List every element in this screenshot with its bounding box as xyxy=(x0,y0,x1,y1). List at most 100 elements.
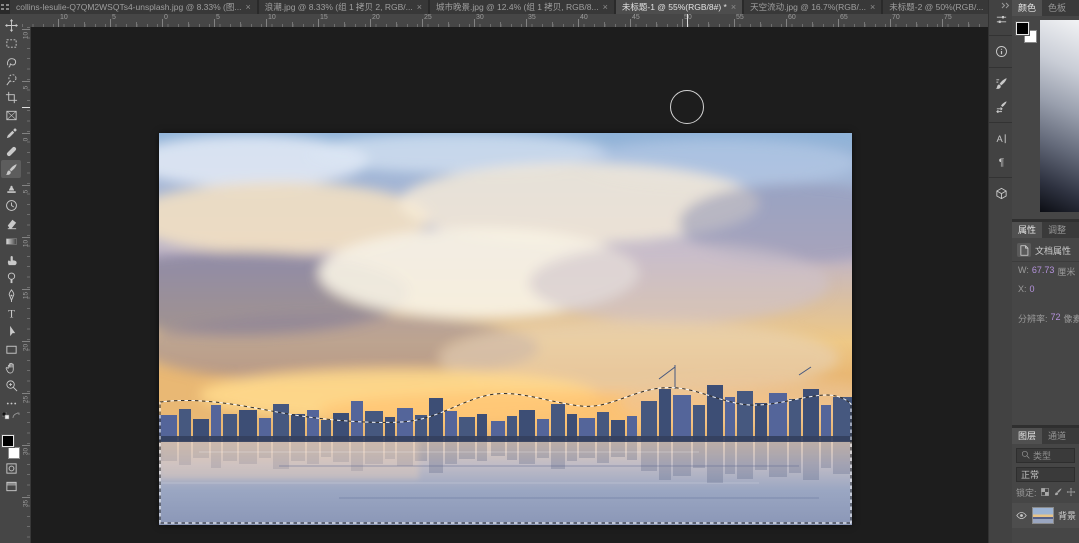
tab-properties[interactable]: 属性 xyxy=(1012,222,1042,238)
layer-filter-label: 类型 xyxy=(1033,449,1051,462)
property-field[interactable]: X:0 xyxy=(1012,281,1079,297)
edit-toolbar-button[interactable] xyxy=(1,394,21,412)
hand-tool[interactable] xyxy=(1,358,21,376)
ruler-label: 5 xyxy=(23,82,30,94)
ruler-label: 15 xyxy=(23,290,30,302)
rectangular-marquee-tool[interactable] xyxy=(1,34,21,52)
tab-adjustments[interactable]: 调整 xyxy=(1042,222,1072,238)
brush-settings-panel-icon[interactable] xyxy=(989,67,1013,95)
lock-paint-icon[interactable] xyxy=(1053,487,1063,499)
ruler-label: 25 xyxy=(23,394,30,406)
properties-panel: 属性 调整 文档属性 W:67.73厘米X:0 分辨率:72像素/英寸 xyxy=(1012,222,1079,425)
ruler-label: 0 xyxy=(164,14,168,21)
ruler-tick xyxy=(734,19,735,27)
tab-layers[interactable]: 图层 xyxy=(1012,428,1042,444)
spot-healing-brush-tool[interactable] xyxy=(1,142,21,160)
color-spectrum[interactable] xyxy=(1040,20,1079,212)
ruler-tick xyxy=(58,19,59,27)
tab-label: 未标题-1 @ 55%(RGB/8#) * xyxy=(622,1,727,13)
layer-row[interactable]: 背景 xyxy=(1012,503,1079,528)
ruler-tick xyxy=(942,19,943,27)
background-color-swatch[interactable] xyxy=(8,447,20,459)
layer-thumbnail[interactable] xyxy=(1032,507,1054,524)
smudge-tool[interactable] xyxy=(1,250,21,268)
ruler-label: 75 xyxy=(944,14,952,21)
tab-close-icon[interactable]: × xyxy=(245,3,250,12)
blend-mode-select[interactable]: 正常 xyxy=(1016,467,1075,482)
history-brush-tool[interactable] xyxy=(1,196,21,214)
document-tab[interactable]: collins-lesulie-Q7QM2WSQTs4-unsplash.jpg… xyxy=(10,0,257,14)
swap-colors-icon[interactable] xyxy=(12,412,20,422)
tab-label: 浪潮.jpg @ 8.33% (组 1 拷贝 2, RGB/... xyxy=(265,1,413,13)
document-tab[interactable]: 未标题-1 @ 55%(RGB/8#) * × xyxy=(616,0,742,14)
pen-tool[interactable] xyxy=(1,286,21,304)
eraser-tool[interactable] xyxy=(1,214,21,232)
layer-visibility-eye-icon[interactable] xyxy=(1015,509,1028,523)
frame-tool[interactable] xyxy=(1,106,21,124)
character-panel-icon[interactable]: A xyxy=(989,122,1013,150)
tools-panel: T xyxy=(0,14,23,543)
document-tab[interactable]: 浪潮.jpg @ 8.33% (组 1 拷贝 2, RGB/... × xyxy=(259,0,428,14)
ruler-label: 30 xyxy=(23,446,30,458)
property-field[interactable]: 分辨率:72像素/英寸 xyxy=(1012,309,1079,328)
path-selection-tool[interactable] xyxy=(1,322,21,340)
tab-close-icon[interactable]: × xyxy=(417,3,422,12)
default-colors-icon[interactable] xyxy=(2,412,10,422)
lock-move-icon[interactable] xyxy=(1066,487,1076,499)
vertical-ruler[interactable]: 10505101520253035 xyxy=(22,27,31,543)
eyedropper-tool[interactable] xyxy=(1,124,21,142)
horizontal-ruler[interactable]: 105051015202530354045505560657075 xyxy=(22,14,988,28)
info-panel-icon[interactable] xyxy=(989,35,1013,63)
color-panel-foreground-swatch[interactable] xyxy=(1016,22,1029,35)
ruler-label: 20 xyxy=(23,342,30,354)
document-properties-header: 文档属性 xyxy=(1012,238,1079,262)
foreground-color-swatch[interactable] xyxy=(2,435,14,447)
ruler-label: 20 xyxy=(372,14,380,21)
document-tab-bar: collins-lesulie-Q7QM2WSQTs4-unsplash.jpg… xyxy=(0,0,988,14)
rectangle-tool[interactable] xyxy=(1,340,21,358)
dodge-tool[interactable] xyxy=(1,268,21,286)
document-image[interactable] xyxy=(159,133,852,525)
lock-transparent-icon[interactable] xyxy=(1040,487,1050,499)
move-tool[interactable] xyxy=(1,16,21,34)
ruler-label: 0 xyxy=(23,134,30,146)
panel-dock: 颜色 色板 属性 调整 文档属性 W:67.73厘米X:0 分辨率:72像素/英寸 xyxy=(1012,0,1079,543)
field-value: 72 xyxy=(1051,312,1061,325)
paragraph-panel-icon[interactable]: ¶ xyxy=(989,150,1013,173)
brush-tool[interactable] xyxy=(1,160,21,178)
tab-channels[interactable]: 通道 xyxy=(1042,428,1072,444)
type-tool[interactable]: T xyxy=(1,304,21,322)
document-tab[interactable]: 天空流动.jpg @ 16.7%(RGB/...× xyxy=(744,0,881,14)
field-unit: 像素/英寸 xyxy=(1064,312,1079,325)
tab-close-icon[interactable]: × xyxy=(870,3,875,12)
clone-stamp-tool[interactable] xyxy=(1,178,21,196)
field-label: W: xyxy=(1018,265,1029,278)
gradient-tool[interactable] xyxy=(1,232,21,250)
layer-filter-field[interactable]: 类型 xyxy=(1016,448,1075,463)
object-selection-tool[interactable] xyxy=(1,70,21,88)
zoom-tool[interactable] xyxy=(1,376,21,394)
ruler-tick xyxy=(578,19,579,27)
document-tab[interactable]: 城市晚景.jpg @ 12.4% (组 1 拷贝, RGB/8...× xyxy=(430,0,614,14)
tab-close-icon[interactable]: × xyxy=(731,3,736,12)
canvas-area[interactable]: 10505101520253035 xyxy=(22,27,988,543)
ruler-label: 70 xyxy=(892,14,900,21)
libraries-panel-icon[interactable] xyxy=(989,177,1013,205)
quick-mask-button[interactable] xyxy=(1,459,21,477)
crop-tool[interactable] xyxy=(1,88,21,106)
ruler-tick xyxy=(370,19,371,27)
color-panel-icon[interactable] xyxy=(989,8,1013,31)
document-tab[interactable]: 未标题-2 @ 50%(RGB/...× xyxy=(883,0,988,14)
property-field[interactable]: W:67.73厘米 xyxy=(1012,262,1079,281)
ruler-label: 35 xyxy=(23,498,30,510)
ruler-label: 10 xyxy=(268,14,276,21)
lasso-tool[interactable] xyxy=(1,52,21,70)
tab-close-icon[interactable]: × xyxy=(603,3,608,12)
ruler-label: 5 xyxy=(216,14,220,21)
brushes-panel-icon[interactable] xyxy=(989,95,1013,118)
screen-mode-button[interactable] xyxy=(1,477,21,495)
tab-swatches[interactable]: 色板 xyxy=(1042,0,1072,16)
ruler-tick xyxy=(214,19,215,27)
tab-color[interactable]: 颜色 xyxy=(1012,0,1042,16)
brush-cursor xyxy=(670,90,704,124)
